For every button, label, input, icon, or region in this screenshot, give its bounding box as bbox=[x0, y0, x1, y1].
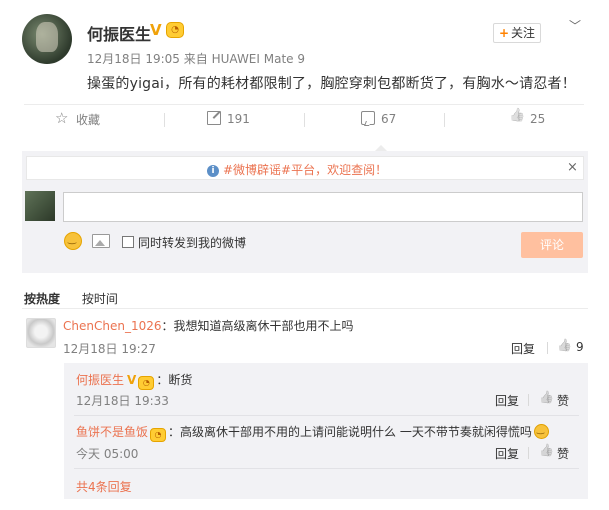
level-badge-icon: ◔ bbox=[166, 22, 184, 38]
comment-text: ChenChen_1026：我想知道高级离休干部也用不上吗 bbox=[63, 317, 354, 334]
sort-tabs: 按热度 按时间 bbox=[24, 290, 136, 307]
comment-like-count: 9 bbox=[576, 340, 584, 354]
post-text: 操蛋的yigai，所有的耗材都限制了，胸腔穿刺包都断货了，有胸水～请忍者！ bbox=[87, 76, 576, 92]
divider bbox=[22, 308, 588, 309]
more-replies-link[interactable]: 共4条回复 bbox=[76, 478, 132, 495]
tab-by-time[interactable]: 按时间 bbox=[82, 290, 118, 307]
comment-button[interactable]: 67 bbox=[361, 111, 396, 126]
comment-count: 67 bbox=[381, 112, 397, 126]
comment-input[interactable] bbox=[63, 192, 583, 222]
reply-thread: 何振医生V◔：断货 12月18日 19:33 回复 赞 鱼饼不是鱼饭◔：高级离休… bbox=[64, 363, 588, 499]
emoji-icon[interactable] bbox=[64, 232, 82, 250]
reply-time: 今天 05:00 bbox=[76, 447, 139, 461]
like-label[interactable]: 赞 bbox=[557, 445, 569, 462]
star-icon bbox=[55, 109, 70, 127]
favorite-label: 收藏 bbox=[76, 113, 101, 127]
divider bbox=[547, 342, 548, 354]
smile-emoji-icon bbox=[533, 424, 549, 439]
reply-body: ：断货 bbox=[156, 373, 193, 387]
thumbs-up-icon[interactable] bbox=[539, 392, 553, 406]
repost-checkbox[interactable] bbox=[122, 236, 134, 248]
comment-body: ：我想知道高级离休干部也用不上吗 bbox=[161, 319, 354, 333]
commenter-name[interactable]: ChenChen_1026 bbox=[63, 319, 161, 333]
reply-button[interactable]: 回复 bbox=[495, 392, 519, 409]
like-label[interactable]: 赞 bbox=[557, 392, 569, 409]
verified-badge-icon: V bbox=[127, 373, 137, 387]
action-bar: 收藏 191 67 25 bbox=[24, 104, 584, 134]
submit-comment-button[interactable]: 评论 bbox=[521, 232, 583, 258]
comment-composer: i #微博辟谣#平台，欢迎查阅！ × 同时转发到我的微博 评论 bbox=[22, 151, 588, 273]
info-icon: i bbox=[207, 165, 219, 177]
image-icon[interactable] bbox=[92, 234, 110, 248]
post-header: 何振医生 V ◔ 12月18日 19:05 来自 HUAWEI Mate 9 +… bbox=[0, 0, 609, 104]
divider bbox=[304, 113, 305, 127]
reply-button[interactable]: 回复 bbox=[511, 340, 535, 357]
author-name[interactable]: 何振医生 bbox=[87, 21, 151, 45]
divider bbox=[528, 447, 529, 459]
thumbs-up-icon bbox=[510, 111, 524, 125]
divider bbox=[528, 394, 529, 406]
level-badge-icon: ◔ bbox=[138, 376, 155, 390]
repost-button[interactable]: 191 bbox=[207, 111, 250, 126]
post-source: 来自 HUAWEI Mate 9 bbox=[183, 52, 305, 66]
verified-badge-icon: V bbox=[150, 21, 162, 39]
chevron-down-icon[interactable]: ﹀ bbox=[569, 17, 581, 34]
post-timestamp[interactable]: 12月18日 19:05 bbox=[87, 52, 180, 66]
tab-by-popularity[interactable]: 按热度 bbox=[24, 290, 60, 307]
divider bbox=[74, 415, 579, 416]
author-avatar[interactable] bbox=[22, 14, 72, 64]
post-meta: 12月18日 19:05 来自 HUAWEI Mate 9 bbox=[87, 50, 305, 67]
reply-author[interactable]: 何振医生 bbox=[76, 373, 124, 387]
repost-count: 191 bbox=[227, 112, 250, 126]
divider bbox=[74, 468, 579, 469]
divider bbox=[164, 113, 165, 127]
commenter-avatar[interactable] bbox=[26, 318, 56, 348]
current-user-avatar bbox=[25, 191, 55, 221]
thumbs-up-icon[interactable] bbox=[539, 445, 553, 459]
reply-text: 鱼饼不是鱼饭 ◔ ：高级离休干部用不用的上请问能说明什么 一天不带节奏就闲得慌吗 bbox=[76, 423, 549, 442]
divider bbox=[444, 113, 445, 127]
like-count: 25 bbox=[530, 112, 546, 126]
reply-text: 何振医生 V ◔ ：断货 bbox=[76, 371, 192, 390]
reply-author[interactable]: 鱼饼不是鱼饭 bbox=[76, 425, 148, 439]
notice-text[interactable]: i #微博辟谣#平台，欢迎查阅！ bbox=[207, 161, 387, 178]
repost-checkbox-label[interactable]: 同时转发到我的微博 bbox=[138, 234, 246, 251]
comment-icon bbox=[361, 111, 375, 125]
follow-button[interactable]: + 关注 bbox=[493, 23, 541, 43]
repost-icon bbox=[207, 111, 221, 125]
close-icon[interactable]: × bbox=[567, 160, 578, 175]
reply-button[interactable]: 回复 bbox=[495, 445, 519, 462]
thumbs-up-icon[interactable] bbox=[557, 340, 571, 354]
reply-body: ：高级离休干部用不用的上请问能说明什么 一天不带节奏就闲得慌吗 bbox=[168, 425, 532, 439]
like-button[interactable]: 25 bbox=[510, 111, 545, 126]
level-badge-icon: ◔ bbox=[150, 428, 167, 442]
favorite-button[interactable]: 收藏 bbox=[55, 109, 101, 128]
rumor-notice: i #微博辟谣#平台，欢迎查阅！ × bbox=[26, 156, 584, 180]
notice-label: #微博辟谣#平台，欢迎查阅！ bbox=[223, 163, 388, 177]
reply-time: 12月18日 19:33 bbox=[76, 394, 169, 408]
comment-time: 12月18日 19:27 bbox=[63, 342, 156, 356]
follow-label: 关注 bbox=[511, 26, 536, 40]
plus-icon: + bbox=[498, 26, 510, 40]
